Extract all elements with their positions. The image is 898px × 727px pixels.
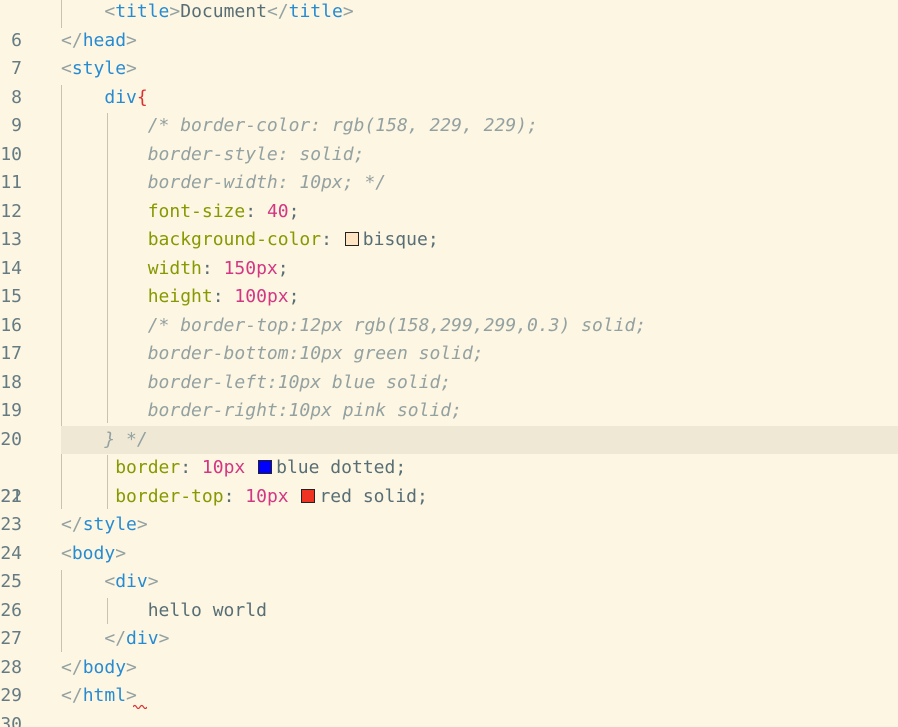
line-code: </style> (61, 514, 148, 535)
code-line[interactable]: 26 <div> (0, 568, 898, 621)
line-code: } */ (104, 428, 148, 450)
code-line[interactable]: 25 <body> (0, 540, 898, 593)
line-code: border-style: solid; (147, 143, 365, 165)
color-swatch-blue[interactable] (258, 460, 273, 474)
code-line[interactable]: 27 hello world (0, 597, 898, 650)
line-code: /* border-color: rgb(158, 229, 229); (147, 115, 538, 136)
current-code-line[interactable]: 21 } */ (0, 425, 898, 507)
line-code: /* border-top:12px rgb(158,299,299,0.3) … (147, 314, 647, 336)
code-line[interactable]: 6 <title>Document</title> (0, 0, 898, 51)
code-line[interactable]: 16 height: 100px; (0, 283, 898, 336)
line-code: div{ (104, 86, 148, 108)
line-code: border-left:10px blue solid; (147, 371, 452, 393)
code-line[interactable]: 28 </div> (0, 625, 898, 678)
code-line[interactable]: 20 border-right:10px pink solid; (0, 397, 898, 450)
code-line[interactable]: 10 /* border-color: rgb(158, 229, 229); (0, 112, 898, 165)
line-code: hello world (147, 599, 267, 621)
line-code: border: 10px blue dotted; (115, 457, 407, 478)
line-code: </div> (104, 628, 170, 649)
code-line[interactable]: 29 </body> (0, 654, 898, 707)
line-code: background-color: bisque; (147, 229, 439, 250)
code-line[interactable]: 7 </head> (0, 27, 898, 80)
code-editor[interactable]: 6 <title>Document</title> 7 </head> 8 <s… (0, 0, 898, 727)
code-line[interactable]: 24 </style> (0, 511, 898, 564)
line-code: border-top: 10px red solid; (115, 485, 428, 507)
code-line[interactable]: 13 font-size: 40; (0, 198, 898, 251)
current-line-highlight (61, 425, 898, 454)
line-code: border-right:10px pink solid; (147, 400, 462, 421)
code-line[interactable]: 14 background-color: bisque; (0, 226, 898, 279)
line-code: border-bottom:10px green solid; (147, 343, 484, 364)
code-line[interactable]: 12 border-width: 10px; */ (0, 169, 898, 222)
line-code: </body> (61, 656, 137, 678)
line-code: height: 100px; (147, 286, 300, 307)
line-number: 30 (0, 713, 22, 727)
line-code: </html> (61, 685, 137, 706)
code-line[interactable]: 11 border-style: solid; (0, 141, 898, 194)
code-line[interactable]: 19 border-left:10px blue solid; (0, 369, 898, 422)
code-line[interactable]: 22 border: 10px blue dotted; (0, 454, 898, 507)
code-line[interactable]: 9 div{ (0, 84, 898, 137)
code-line[interactable]: 17 /* border-top:12px rgb(158,299,299,0.… (0, 312, 898, 365)
error-squiggle-icon (133, 704, 147, 709)
code-line[interactable]: 23 border-top: 10px red solid; (0, 483, 898, 536)
color-swatch-red[interactable] (301, 488, 316, 503)
color-swatch-bisque[interactable] (344, 232, 359, 246)
code-line[interactable]: 8 <style> (0, 55, 898, 108)
line-code: width: 150px; (147, 257, 289, 279)
line-code: <style> (61, 58, 137, 79)
code-line[interactable]: 18 border-bottom:10px green solid; (0, 340, 898, 393)
line-code: <body> (61, 542, 127, 564)
code-line[interactable]: 15 width: 150px; (0, 255, 898, 308)
line-code: <title>Document</title> (104, 1, 354, 22)
line-code: border-width: 10px; */ (147, 172, 387, 193)
line-code: </head> (61, 29, 137, 51)
line-code: <div> (104, 571, 159, 592)
line-code: font-size: 40; (147, 200, 300, 222)
